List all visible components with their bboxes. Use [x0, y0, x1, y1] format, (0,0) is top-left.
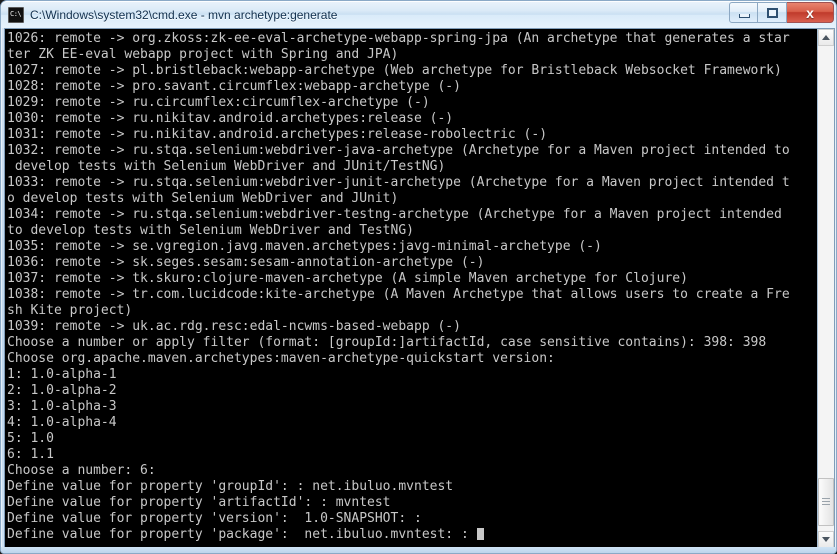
console-line: Define value for property 'version': 1.0… [7, 511, 422, 526]
console-output[interactable]: 1026: remote -> org.zkoss:zk-ee-eval-arc… [5, 29, 817, 548]
console-line: ter ZK EE-eval webapp project with Sprin… [7, 47, 399, 62]
console-line: 1033: remote -> ru.stqa.selenium:webdriv… [7, 175, 790, 190]
console-line: 1037: remote -> tk.skuro:clojure-maven-a… [7, 271, 688, 286]
console-line: o develop tests with Selenium WebDriver … [7, 191, 399, 206]
scroll-down-arrow-icon [822, 537, 830, 542]
scroll-down-button[interactable] [818, 531, 834, 548]
cmd-window: C:\Windows\system32\cmd.exe - mvn archet… [0, 0, 837, 554]
scrollbar-thumb[interactable] [818, 477, 834, 527]
console-line: 1039: remote -> uk.ac.rdg.resc:edal-ncwm… [7, 319, 461, 334]
console-line: develop tests with Selenium WebDriver an… [7, 159, 446, 174]
window-title: C:\Windows\system32\cmd.exe - mvn archet… [30, 7, 338, 22]
console-line: Choose a number or apply filter (format:… [7, 335, 767, 350]
console-line: 3: 1.0-alpha-3 [7, 399, 117, 414]
minimize-button[interactable] [729, 2, 758, 23]
text-cursor [476, 528, 484, 540]
console-line: 1029: remote -> ru.circumflex:circumflex… [7, 95, 430, 110]
console-client-area[interactable]: 1026: remote -> org.zkoss:zk-ee-eval-arc… [4, 28, 835, 549]
console-line: Choose a number: 6: [7, 463, 156, 478]
close-button[interactable]: x [787, 2, 834, 23]
console-line: 1038: remote -> tr.com.lucidcode:kite-ar… [7, 287, 790, 302]
scrollbar-grip-icon [822, 496, 830, 507]
console-line: 1034: remote -> ru.stqa.selenium:webdriv… [7, 207, 782, 222]
window-controls: x [729, 2, 834, 23]
console-line: Define value for property 'package': net… [7, 527, 817, 543]
console-scrollbar[interactable] [817, 29, 834, 548]
console-line: 1036: remote -> sk.seges.sesam:sesam-ann… [7, 255, 485, 270]
maximize-button[interactable] [758, 2, 787, 23]
console-line: sh Kite project) [7, 303, 133, 318]
console-line: to develop tests with Selenium WebDriver… [7, 223, 414, 238]
scroll-up-button[interactable] [818, 29, 834, 46]
console-line: 1031: remote -> ru.nikitav.android.arche… [7, 127, 548, 142]
window-bottom-edge [1, 547, 836, 553]
console-line: 1030: remote -> ru.nikitav.android.arche… [7, 111, 454, 126]
scrollbar-track[interactable] [818, 46, 834, 531]
console-line: 1027: remote -> pl.bristleback:webapp-ar… [7, 63, 782, 78]
console-line: 1: 1.0-alpha-1 [7, 367, 117, 382]
console-line: Choose org.apache.maven.archetypes:maven… [7, 351, 555, 366]
console-line: 2: 1.0-alpha-2 [7, 383, 117, 398]
console-line: 6: 1.1 [7, 447, 54, 462]
console-line: Define value for property 'groupId': : n… [7, 479, 454, 494]
cmd-console-icon [8, 6, 24, 23]
console-line: 1026: remote -> org.zkoss:zk-ee-eval-arc… [7, 31, 790, 46]
console-line: 4: 1.0-alpha-4 [7, 415, 117, 430]
window-titlebar[interactable]: C:\Windows\system32\cmd.exe - mvn archet… [1, 1, 836, 28]
console-line: 5: 1.0 [7, 431, 54, 446]
console-line: 1035: remote -> se.vgregion.javg.maven.a… [7, 239, 602, 254]
close-icon: x [806, 4, 814, 21]
scroll-up-arrow-icon [822, 35, 830, 40]
console-line: 1032: remote -> ru.stqa.selenium:webdriv… [7, 143, 790, 158]
console-line: 1028: remote -> pro.savant.circumflex:we… [7, 79, 461, 94]
console-line: Define value for property 'artifactId': … [7, 495, 391, 510]
